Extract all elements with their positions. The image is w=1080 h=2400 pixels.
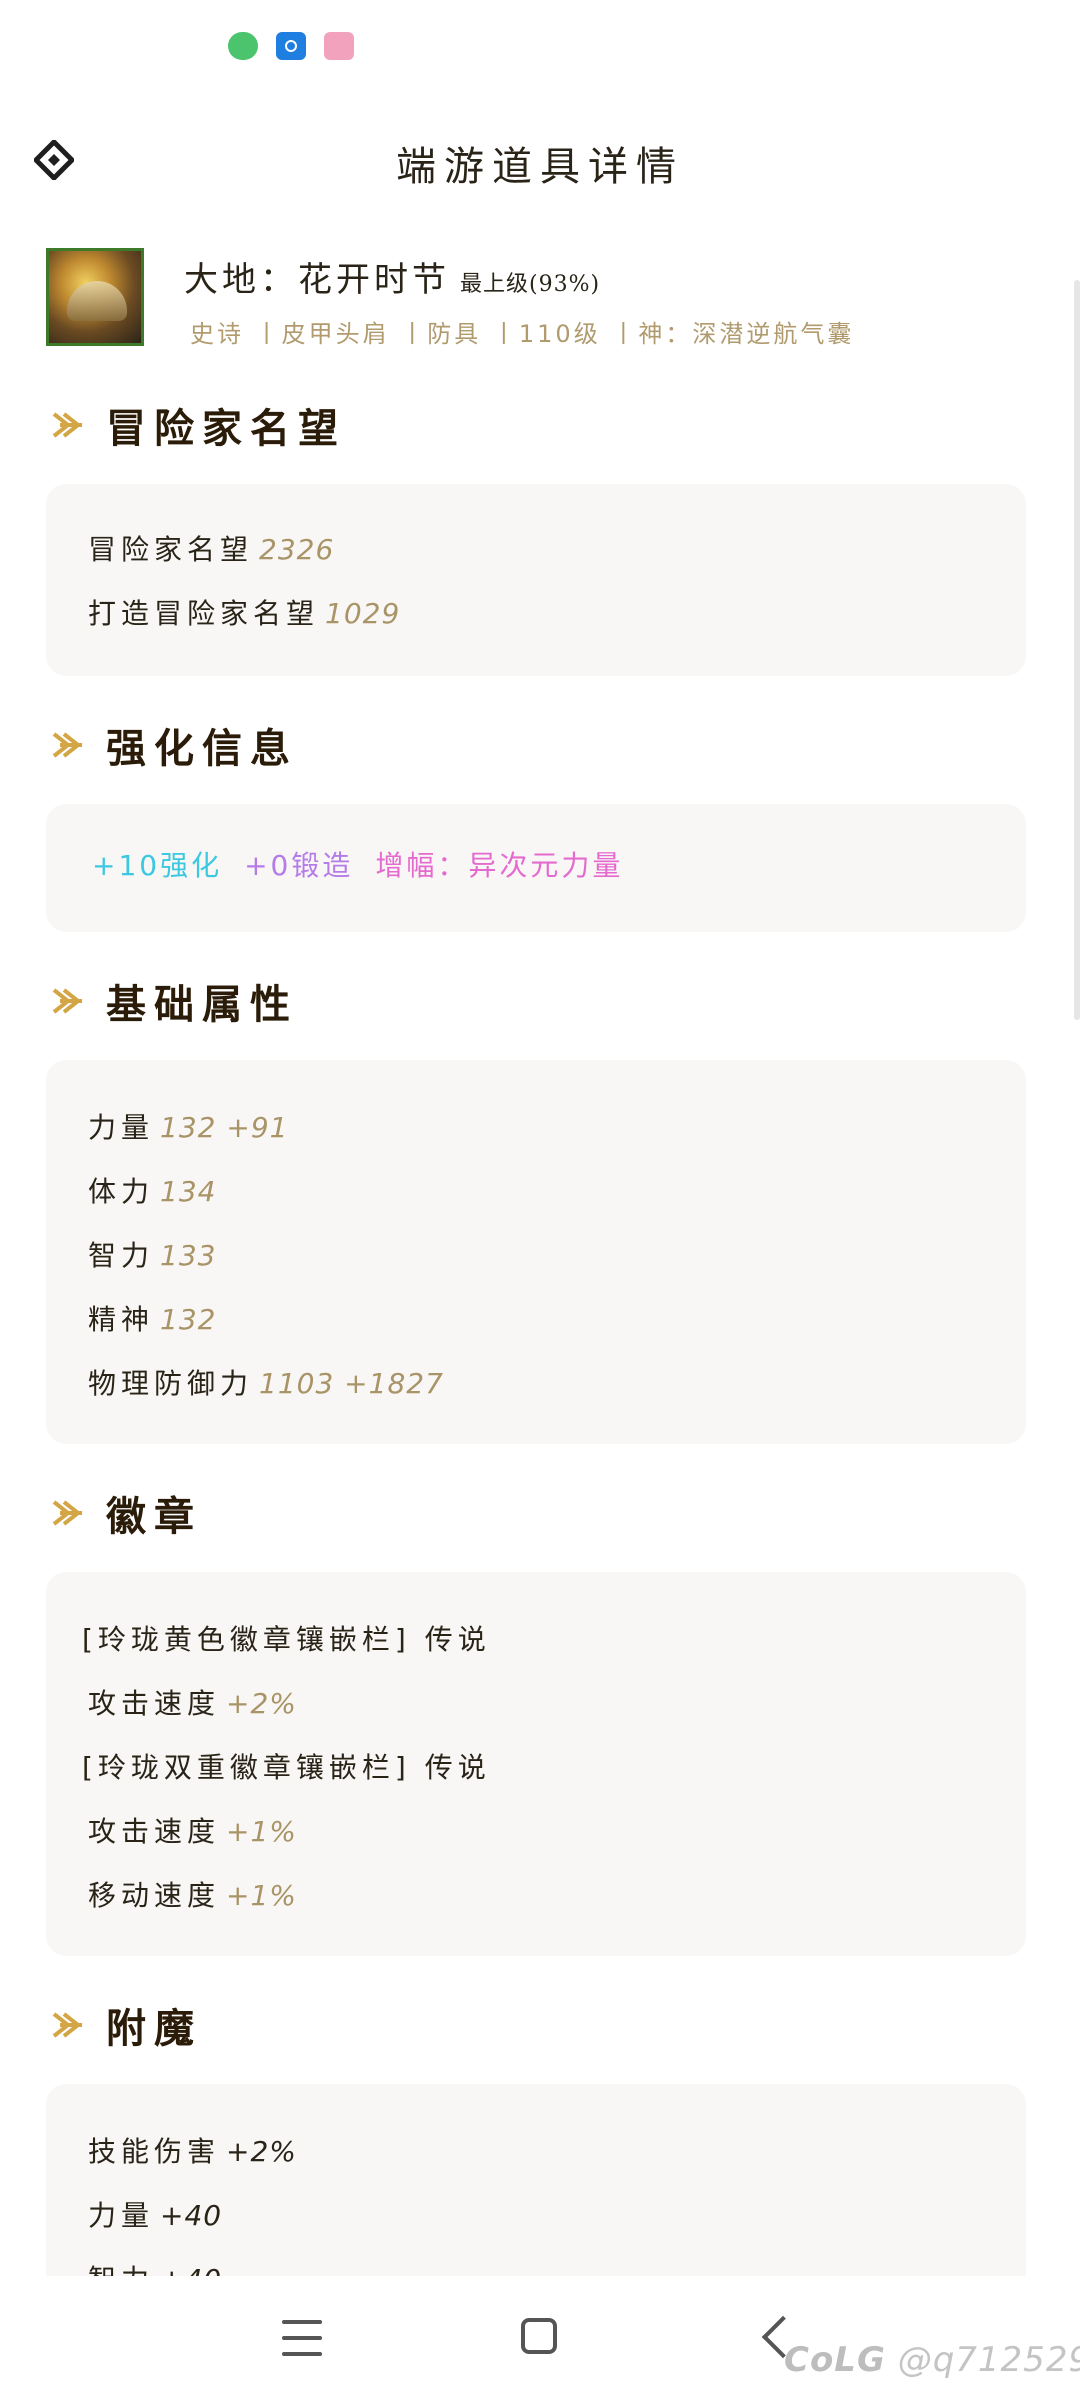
- stat-row: 体力 134: [88, 1170, 216, 1210]
- stat-row: 攻击速度 +1%: [88, 1810, 297, 1850]
- stat-value: 1029: [325, 597, 401, 630]
- page-title: 端游道具详情: [396, 144, 684, 190]
- arrow-right-icon: [52, 732, 82, 758]
- stat-label: 技能伤害: [88, 2135, 221, 2168]
- section-title: 附魔: [106, 2005, 202, 2052]
- stat-row: 冒险家名望 2326: [88, 528, 334, 568]
- stat-row: 力量 132 +91: [88, 1106, 288, 1146]
- menu-icon[interactable]: [282, 2320, 322, 2356]
- system-nav-bar: [0, 2276, 1080, 2400]
- stat-value: +40: [160, 2199, 223, 2232]
- watermark: CoLG @q7125290: [784, 2340, 1080, 2380]
- stat-value: 134: [160, 1175, 217, 1208]
- stat-label: 攻击速度: [88, 1687, 221, 1720]
- item-subtitle: 史诗 丨皮甲头肩 丨防具 丨110级 丨神：深潜逆航气囊: [190, 320, 855, 348]
- wechat-icon: [228, 32, 258, 60]
- stat-row: 力量 +40: [88, 2194, 222, 2234]
- item-name-text: 大地：花开时节: [184, 260, 450, 300]
- home-icon[interactable]: [521, 2318, 557, 2354]
- stat-row: 智力 133: [88, 1234, 216, 1274]
- section-title: 强化信息: [106, 725, 298, 772]
- reputation-card: 冒险家名望 2326 打造冒险家名望 1029: [46, 484, 1026, 676]
- stat-value: 133: [160, 1239, 217, 1272]
- section-title: 基础属性: [106, 981, 298, 1028]
- stat-label: 体力: [88, 1175, 155, 1208]
- scrollbar[interactable]: [1074, 280, 1080, 1020]
- base-stats-card: 力量 132 +91 体力 134 智力 133 精神 132 物理防御力 1103 +1…: [46, 1060, 1026, 1444]
- enhancement-line: +10强化 +0锻造 增幅：异次元力量: [92, 844, 645, 884]
- emblem-slot-label: [玲珑双重徽章镶嵌栏] 传说: [82, 1751, 491, 1784]
- item-grade: 最上级(93%): [460, 272, 601, 297]
- watermark-brand: CoLG: [784, 2340, 886, 2380]
- section-title: 徽章: [106, 1493, 202, 1540]
- stat-value: 1103 +1827: [259, 1367, 444, 1400]
- stat-label: 移动速度: [88, 1879, 221, 1912]
- stat-row: 打造冒险家名望 1029: [88, 592, 400, 632]
- stat-row: 精神 132: [88, 1298, 216, 1338]
- stat-value: +1%: [226, 1879, 297, 1912]
- stat-row: 技能伤害 +2%: [88, 2130, 297, 2170]
- stat-label: 智力: [88, 1239, 155, 1272]
- stat-label: 冒险家名望: [88, 533, 254, 566]
- stat-value: 132 +91: [160, 1111, 289, 1144]
- arrow-right-icon: [52, 1500, 82, 1526]
- watermark-user: @q7125290: [897, 2340, 1080, 2380]
- stat-row: 移动速度 +1%: [88, 1874, 297, 1914]
- stat-value: +1%: [226, 1815, 297, 1848]
- amplify-type: 增幅：异次元力量: [375, 849, 624, 882]
- arrow-right-icon: [52, 2012, 82, 2038]
- emblem-card: [玲珑黄色徽章镶嵌栏] 传说 攻击速度 +2% [玲珑双重徽章镶嵌栏] 传说 攻击…: [46, 1572, 1026, 1956]
- stat-value: 2326: [259, 533, 335, 566]
- item-thumbnail: [46, 248, 144, 346]
- reinforce-level: +10强化: [92, 849, 223, 882]
- stat-label: 物理防御力: [88, 1367, 254, 1400]
- enhancement-card: +10强化 +0锻造 增幅：异次元力量: [46, 804, 1026, 932]
- stat-row: 物理防御力 1103 +1827: [88, 1362, 444, 1402]
- broadcast-icon: [276, 32, 306, 60]
- arrow-right-icon: [52, 412, 82, 438]
- stat-row: 攻击速度 +2%: [88, 1682, 297, 1722]
- arrow-right-icon: [52, 988, 82, 1014]
- stat-label: 攻击速度: [88, 1815, 221, 1848]
- stat-label: 打造冒险家名望: [88, 597, 320, 630]
- emblem-slot-row: [玲珑黄色徽章镶嵌栏] 传说: [82, 1618, 491, 1658]
- stat-value: 132: [160, 1303, 217, 1336]
- stat-value: +2%: [226, 2135, 297, 2168]
- section-title: 冒险家名望: [106, 405, 346, 452]
- item-name: 大地：花开时节 最上级(93%): [184, 252, 600, 301]
- emblem-slot-label: [玲珑黄色徽章镶嵌栏] 传说: [82, 1623, 491, 1656]
- status-bar: [0, 0, 1080, 90]
- pink-app-icon: [324, 32, 354, 60]
- forge-level: +0锻造: [244, 849, 354, 882]
- stat-value: +2%: [226, 1687, 297, 1720]
- stat-label: 力量: [88, 2199, 155, 2232]
- emblem-slot-row: [玲珑双重徽章镶嵌栏] 传说: [82, 1746, 491, 1786]
- stat-label: 力量: [88, 1111, 155, 1144]
- stat-label: 精神: [88, 1303, 155, 1336]
